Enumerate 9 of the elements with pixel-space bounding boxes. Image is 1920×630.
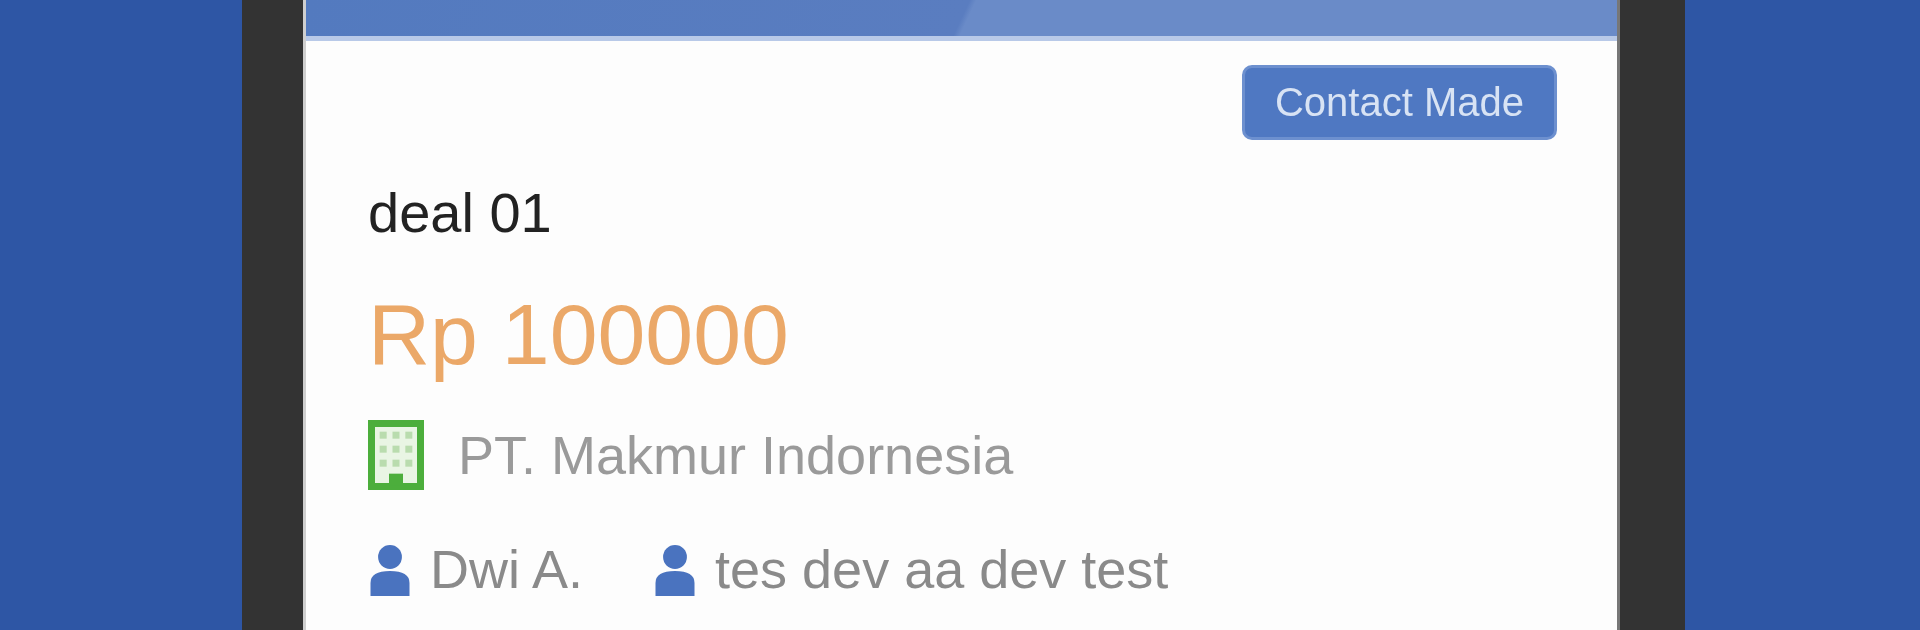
stage-badge: Contact Made bbox=[1241, 65, 1557, 140]
person-name: Dwi A. bbox=[430, 542, 584, 596]
deal-amount: Rp 100000 bbox=[368, 285, 790, 384]
person-icon bbox=[368, 544, 412, 596]
person-name: tes dev aa dev test bbox=[715, 542, 1169, 596]
person-icon bbox=[653, 544, 698, 596]
deal-title: deal 01 bbox=[368, 180, 553, 245]
building-icon bbox=[368, 420, 424, 490]
company-name: PT. Makmur Indornesia bbox=[458, 424, 1014, 486]
